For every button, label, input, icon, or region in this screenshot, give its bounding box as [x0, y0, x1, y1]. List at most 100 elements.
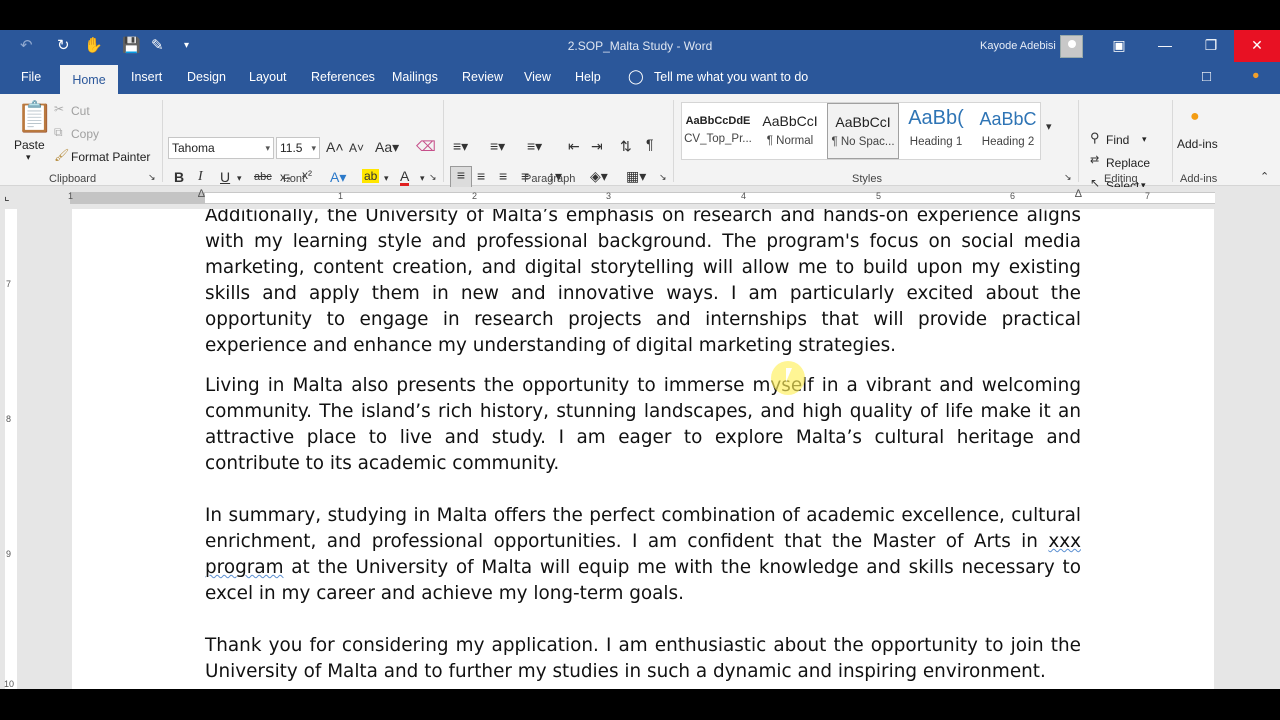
addins-button[interactable]: Add-ins [1177, 137, 1218, 151]
highlight-dropdown-icon[interactable]: ▾ [384, 173, 389, 184]
word-window: ↶ ↻ ✋ 💾 ✎ ▾ 2.SOP_Malta Study - Word Kay… [0, 30, 1280, 689]
multilevel-list-icon[interactable]: ≡▾ [527, 138, 542, 155]
increase-indent-icon[interactable]: ⇥ [591, 138, 603, 155]
bold-button[interactable]: B [174, 169, 184, 185]
collapse-ribbon-icon[interactable]: ⌃ [1260, 170, 1269, 183]
minimize-icon[interactable]: — [1142, 30, 1188, 62]
tab-help[interactable]: Help [575, 70, 601, 84]
restore-icon[interactable]: ❐ [1188, 30, 1234, 62]
shrink-font-icon[interactable]: A˅ [349, 141, 364, 155]
text-effects-icon[interactable]: A▾ [330, 169, 346, 186]
ribbon-display-icon[interactable]: ▣ [1096, 30, 1142, 62]
style-heading-1[interactable]: AaBb( Heading 1 [900, 103, 972, 159]
paragraph-group-label: Paragraph [524, 173, 576, 185]
ruler-number: 5 [876, 191, 882, 201]
highlight-icon[interactable]: ab [362, 169, 380, 183]
lightbulb-icon: ◯ [628, 68, 644, 84]
paragraph[interactable]: Thank you for considering my application… [205, 633, 1081, 685]
tab-references[interactable]: References [311, 70, 375, 84]
font-launcher-icon[interactable]: ↘ [429, 172, 437, 183]
ruler-number: 4 [741, 191, 747, 201]
tab-mailings[interactable]: Mailings [392, 70, 438, 84]
smiley-icon[interactable]: ● [1252, 68, 1260, 82]
clipboard-group-label: Clipboard [49, 173, 97, 185]
replace-button[interactable]: Replace [1106, 156, 1150, 170]
clear-formatting-icon[interactable]: ⌫ [416, 138, 436, 155]
vertical-ruler[interactable]: 7 8 9 10 [0, 209, 22, 689]
italic-button[interactable]: I [198, 169, 203, 185]
paste-icon[interactable]: 📋 [16, 100, 53, 135]
font-color-dropdown-icon[interactable]: ▾ [420, 173, 425, 184]
shading-icon[interactable]: ◈▾ [590, 168, 608, 185]
font-color-icon[interactable]: A [400, 169, 410, 186]
tell-me-search[interactable]: Tell me what you want to do [654, 70, 808, 84]
tab-review[interactable]: Review [462, 70, 503, 84]
copy-button[interactable]: Copy [71, 127, 99, 141]
avatar[interactable] [1060, 35, 1083, 58]
mouse-pointer-icon [786, 368, 792, 382]
align-right-icon[interactable]: ≡ [499, 168, 507, 184]
find-dropdown-icon[interactable]: ▾ [1142, 134, 1147, 145]
ruler-number: 3 [606, 191, 612, 201]
tab-layout[interactable]: Layout [249, 70, 287, 84]
tab-file[interactable]: File [21, 70, 41, 84]
styles-more-icon[interactable]: ▾ [1046, 120, 1052, 133]
paragraph-text: In summary, studying in Malta offers the… [205, 505, 1081, 552]
horizontal-ruler[interactable]: ⌞ ∆ 1 1 2 3 4 5 6 7 ∆ [0, 187, 1280, 209]
align-left-icon[interactable]: ≡ [450, 166, 472, 188]
style-normal[interactable]: AaBbCcI ¶ Normal [754, 103, 826, 159]
paragraph-launcher-icon[interactable]: ↘ [659, 172, 667, 183]
document-body[interactable]: Additionally, the University of Malta’s … [205, 209, 1081, 689]
change-case-icon[interactable]: Aa▾ [375, 139, 399, 156]
bullets-icon[interactable]: ≡▾ [453, 138, 468, 155]
tab-insert[interactable]: Insert [131, 70, 162, 84]
strikethrough-icon[interactable]: abc [254, 171, 272, 183]
chevron-down-icon: ▾ [265, 143, 270, 153]
underline-dropdown-icon[interactable]: ▾ [237, 173, 242, 184]
comment-icon[interactable]: □ [1202, 68, 1211, 85]
sort-icon[interactable]: ⇅ [620, 138, 632, 155]
spelling-flag[interactable]: program [205, 557, 284, 578]
ruler-number: 1 [338, 191, 344, 201]
tab-selector-icon[interactable]: ⌞ [4, 189, 10, 203]
ruler-number: 9 [6, 549, 12, 559]
tab-view[interactable]: View [524, 70, 551, 84]
paragraph[interactable]: Living in Malta also presents the opport… [205, 373, 1081, 477]
ruler-number: 10 [4, 679, 15, 689]
paragraph[interactable]: In summary, studying in Malta offers the… [205, 503, 1081, 607]
tab-design[interactable]: Design [187, 70, 226, 84]
decrease-indent-icon[interactable]: ⇤ [568, 138, 580, 155]
separator [1078, 100, 1079, 182]
grow-font-icon[interactable]: A˄ [326, 139, 344, 155]
styles-gallery: AaBbCcDdE CV_Top_Pr... AaBbCcI ¶ Normal … [681, 102, 1041, 160]
underline-button[interactable]: U [220, 169, 230, 185]
spelling-flag[interactable]: xxx [1048, 531, 1081, 552]
document-page[interactable]: Additionally, the University of Malta’s … [72, 209, 1214, 689]
format-painter-button[interactable]: Format Painter [71, 150, 150, 164]
clipboard-launcher-icon[interactable]: ↘ [148, 172, 156, 183]
style-cv-top[interactable]: AaBbCcDdE CV_Top_Pr... [682, 103, 754, 159]
indent-marker-icon[interactable]: ∆ [198, 188, 205, 200]
close-icon[interactable]: ✕ [1234, 30, 1280, 62]
tab-home[interactable]: Home [60, 65, 118, 94]
font-name-combo[interactable]: Tahoma ▾ [168, 137, 274, 159]
find-icon: ⚲ [1090, 130, 1100, 145]
numbering-icon[interactable]: ≡▾ [490, 138, 505, 155]
paragraph[interactable]: Additionally, the University of Malta’s … [205, 209, 1081, 359]
right-indent-marker-icon[interactable]: ∆ [1075, 188, 1082, 200]
styles-launcher-icon[interactable]: ↘ [1064, 172, 1072, 183]
user-name[interactable]: Kayode Adebisi [980, 40, 1056, 52]
style-heading-2[interactable]: AaBbC Heading 2 [972, 103, 1044, 159]
style-no-spacing[interactable]: AaBbCcI ¶ No Spac... [827, 103, 899, 159]
ruler-number: 7 [1145, 191, 1151, 201]
borders-icon[interactable]: ▦▾ [626, 168, 646, 185]
font-size-combo[interactable]: 11.5 ▾ [276, 137, 320, 159]
cut-button[interactable]: Cut [71, 104, 90, 118]
ruler-number: 2 [472, 191, 478, 201]
find-button[interactable]: Find [1106, 133, 1129, 147]
show-formatting-icon[interactable]: ¶ [646, 136, 654, 152]
paste-dropdown-icon[interactable]: ▾ [26, 152, 31, 163]
ruler-number: 6 [1010, 191, 1016, 201]
align-center-icon[interactable]: ≡ [477, 168, 485, 184]
paste-button[interactable]: Paste [14, 138, 45, 152]
